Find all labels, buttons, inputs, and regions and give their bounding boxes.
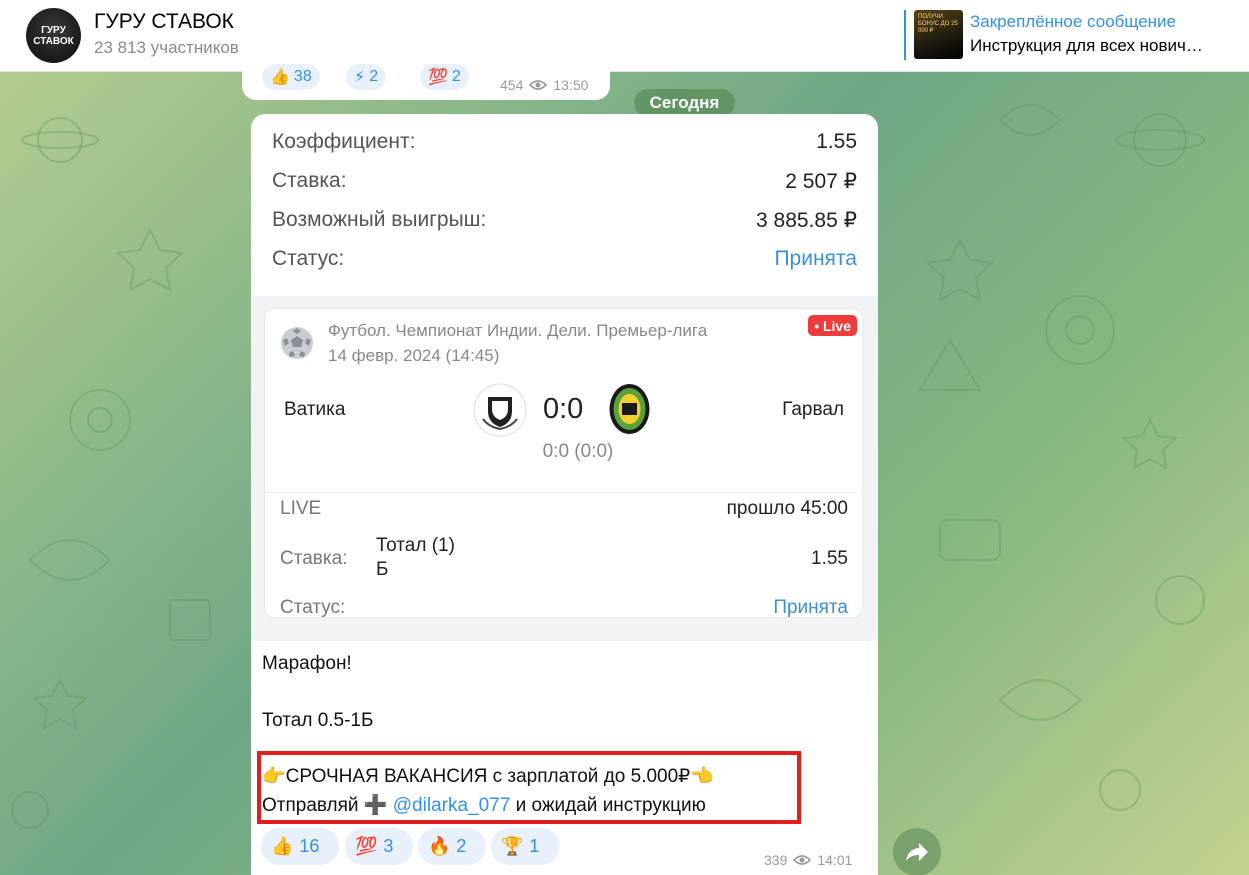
stake-coefficient: 1.55 (811, 548, 848, 569)
message-time: 13:50 (553, 77, 589, 93)
live-label: LIVE (280, 498, 322, 519)
reaction-trophy[interactable]: 🏆 1 (491, 828, 559, 865)
pinned-text: Инструкция для всех нович… (970, 36, 1203, 55)
pinned-label: Закреплённое сообщение (970, 12, 1176, 31)
stake-label: Ставка: (280, 548, 348, 569)
reaction-hundred[interactable]: 💯 2 (420, 64, 469, 90)
user-mention-link[interactable]: @dilarka_077 (393, 795, 511, 816)
pinned-thumbnail: ПОЛУЧИ БОНУС ДО 25 000 ₽ (914, 10, 963, 59)
message-line: Тотал 0.5-1Б (262, 710, 374, 731)
live-badge: • Live (808, 315, 857, 336)
half-score: 0:0 (0:0) (542, 441, 614, 462)
status-value: Принята (773, 597, 848, 618)
message-line: Марафон! (262, 653, 352, 674)
reaction-hundred[interactable]: 💯 3 (345, 828, 413, 865)
message-line: Отправляй ➕ @dilarka_077 и ожидай инстру… (262, 795, 706, 816)
view-count: 339 (764, 852, 788, 868)
summary-row-status: Статус: Принята (272, 247, 857, 270)
channel-title[interactable]: ГУРУ СТАВОК (94, 10, 234, 34)
message-time: 14:01 (817, 852, 853, 868)
reaction-zap[interactable]: ⚡ 2 (346, 64, 387, 90)
date-separator: Сегодня (634, 89, 735, 117)
eye-icon (793, 855, 812, 865)
match-card-area: Футбол. Чемпионат Индии. Дели. Премьер-л… (251, 296, 878, 641)
eye-icon (529, 80, 548, 90)
elapsed-time: прошло 45:00 (726, 498, 848, 519)
summary-row-coefficient: Коэффициент: 1.55 (272, 130, 857, 153)
reaction-fire[interactable]: 🔥 2 (418, 828, 486, 865)
message-meta: 339 14:01 (764, 852, 852, 868)
forward-arrow-icon (906, 843, 928, 861)
channel-avatar[interactable]: ГУРУ СТАВОК (26, 8, 81, 63)
card-divider (265, 492, 862, 493)
summary-row-stake: Ставка: 2 507 ₽ (272, 169, 857, 193)
league-name: Футбол. Чемпионат Индии. Дели. Премьер-л… (328, 321, 708, 340)
message-bubble[interactable]: Коэффициент: 1.55 Ставка: 2 507 ₽ Возмож… (251, 114, 878, 875)
match-card: Футбол. Чемпионат Индии. Дели. Премьер-л… (264, 308, 863, 618)
away-team-logo-icon (609, 384, 650, 434)
chat-header: ГУРУ СТАВОК ГУРУ СТАВОК 23 813 участнико… (0, 0, 1249, 72)
bet-summary: Коэффициент: 1.55 Ставка: 2 507 ₽ Возмож… (272, 130, 857, 286)
stake-value: Тотал (1) Б (376, 535, 455, 580)
football-icon (281, 327, 313, 359)
away-team: Гарвал (782, 399, 844, 420)
pinned-message[interactable]: ПОЛУЧИ БОНУС ДО 25 000 ₽ Закреплённое со… (904, 10, 1234, 60)
message-line: 👉СРОЧНАЯ ВАКАНСИЯ с зарплатой до 5.000₽👈 (262, 766, 714, 787)
score: 0:0 (543, 393, 584, 425)
view-count: 454 (500, 77, 524, 93)
reaction-thumbs-up[interactable]: 👍 16 (261, 828, 339, 865)
reaction-thumbs-up[interactable]: 👍 38 (262, 64, 320, 90)
previous-message-meta: 454 13:50 (500, 77, 588, 93)
member-count: 23 813 участников (94, 38, 239, 57)
home-team: Ватика (284, 399, 346, 420)
share-button[interactable] (893, 828, 941, 875)
home-team-logo-icon (473, 383, 527, 437)
summary-row-potential-win: Возможный выигрыш: 3 885.85 ₽ (272, 208, 857, 232)
status-label: Статус: (280, 597, 346, 618)
match-date: 14 февр. 2024 (14:45) (328, 346, 500, 365)
